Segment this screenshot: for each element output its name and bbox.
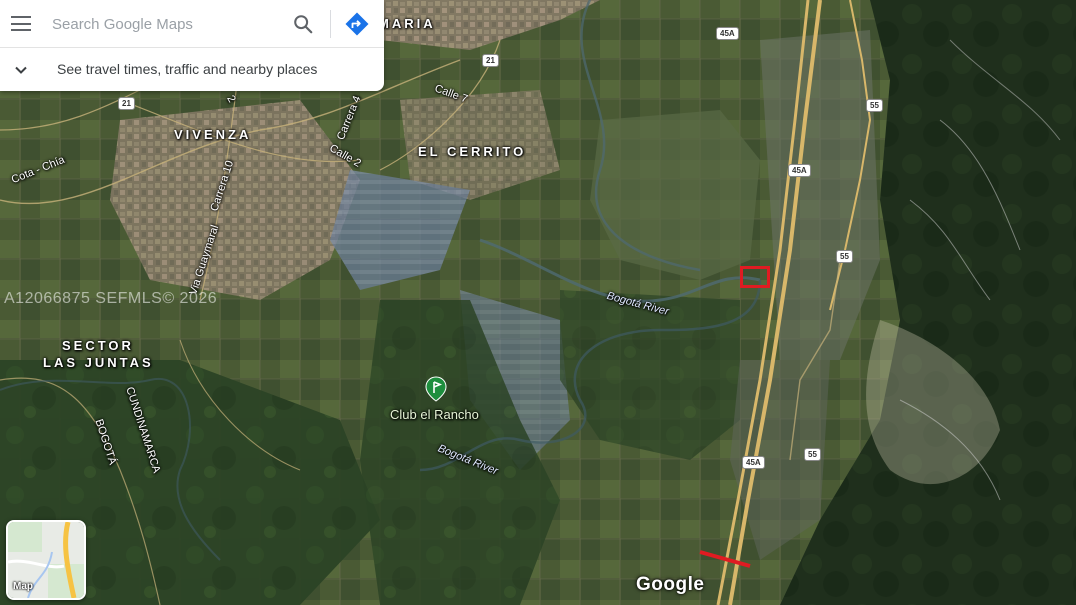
search-panel: See travel times, traffic and nearby pla…	[0, 0, 384, 91]
highway-shield-55: 55	[836, 250, 853, 263]
google-logo: Google	[636, 574, 705, 595]
place-label-las-juntas: LAS JUNTAS	[43, 355, 154, 370]
place-label-sector: SECTOR	[62, 338, 134, 353]
directions-icon[interactable]	[344, 11, 370, 37]
travel-times-row[interactable]: See travel times, traffic and nearby pla…	[0, 48, 384, 91]
travel-times-text[interactable]: See travel times, traffic and nearby pla…	[57, 61, 317, 77]
poi-label-club-el-rancho[interactable]: Club el Rancho	[390, 407, 479, 422]
search-bar	[0, 0, 384, 48]
highway-shield-45a: 45A	[742, 456, 765, 469]
highway-shield-21: 21	[482, 54, 499, 67]
place-label-vivenza: VIVENZA	[174, 127, 252, 142]
highway-shield-45a: 45A	[788, 164, 811, 177]
search-input[interactable]	[50, 10, 286, 38]
highway-shield-55: 55	[866, 99, 883, 112]
hamburger-menu-icon[interactable]	[11, 16, 31, 31]
minimap-label: Map	[13, 581, 33, 592]
search-icon[interactable]	[292, 13, 314, 35]
search-divider	[330, 10, 331, 38]
place-label-el-cerrito: EL CERRITO	[418, 144, 527, 159]
chevron-down-icon[interactable]	[12, 61, 30, 79]
highway-shield-21: 21	[118, 97, 135, 110]
property-marker[interactable]	[740, 266, 770, 288]
place-label-maria: MARIA	[378, 16, 436, 31]
highway-shield-55: 55	[804, 448, 821, 461]
golf-course-pin-icon[interactable]	[425, 376, 447, 402]
mls-watermark: A12066875 SEFMLS© 2026	[4, 290, 218, 307]
highway-shield-45a: 45A	[716, 27, 739, 40]
map-layer-toggle[interactable]: Map	[6, 520, 86, 600]
